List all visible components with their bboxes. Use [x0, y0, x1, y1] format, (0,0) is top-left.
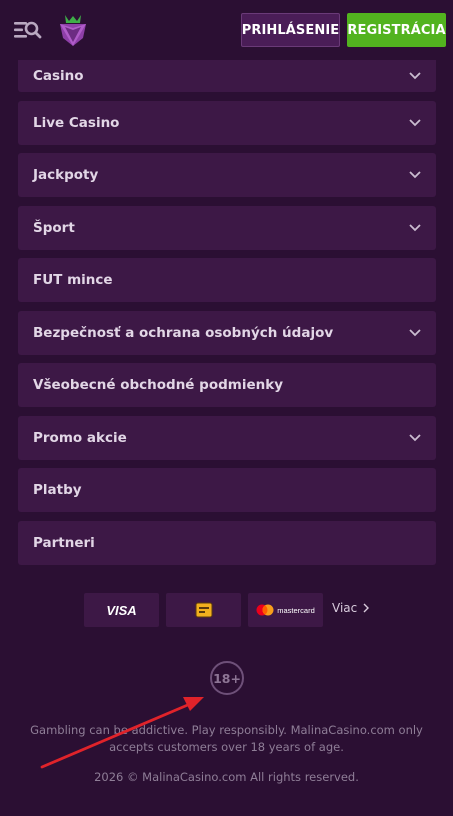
menu-item-jackpoty[interactable]: Jackpoty	[18, 153, 436, 197]
chevron-down-icon	[409, 119, 421, 127]
menu-item-live-casino[interactable]: Live Casino	[18, 101, 436, 145]
menu-search-icon[interactable]	[12, 18, 42, 42]
paysafe-icon	[166, 593, 241, 627]
menu-item-label: FUT mince	[33, 272, 113, 288]
menu-item-security-privacy[interactable]: Bezpečnosť a ochrana osobných údajov	[18, 311, 436, 355]
raspberry-logo-icon[interactable]	[56, 12, 90, 48]
menu-item-promo[interactable]: Promo akcie	[18, 416, 436, 460]
menu-item-partneri[interactable]: Partneri	[18, 521, 436, 565]
chevron-down-icon	[409, 434, 421, 442]
mastercard-label: mastercard	[277, 605, 315, 615]
chevron-down-icon	[409, 72, 421, 80]
menu-item-label: Platby	[33, 482, 82, 498]
menu-item-label: Šport	[33, 220, 75, 236]
age-restriction-badge: 18+	[210, 661, 244, 695]
menu-item-label: Casino	[33, 68, 84, 84]
chevron-down-icon	[409, 171, 421, 179]
chevron-down-icon	[409, 224, 421, 232]
mastercard-icon	[256, 604, 274, 616]
visa-label: VISA	[106, 602, 137, 618]
chevron-down-icon	[409, 329, 421, 337]
login-button[interactable]: PRIHLÁSENIE	[241, 13, 340, 47]
menu-item-label: Bezpečnosť a ochrana osobných údajov	[33, 325, 334, 341]
responsible-gambling-text: Gambling can be addictive. Play responsi…	[30, 723, 423, 754]
menu-item-terms[interactable]: Všeobecné obchodné podmienky	[18, 363, 436, 407]
menu-item-casino[interactable]: Casino	[18, 60, 436, 92]
menu-item-label: Jackpoty	[33, 167, 99, 183]
more-payments-link[interactable]: Viac	[332, 601, 370, 615]
header: PRIHLÁSENIE REGISTRÁCIA	[0, 0, 453, 60]
menu-item-label: Všeobecné obchodné podmienky	[33, 377, 284, 393]
visa-logo: VISA	[84, 593, 159, 627]
more-label: Viac	[332, 601, 358, 615]
menu-item-platby[interactable]: Platby	[18, 468, 436, 512]
chevron-right-icon	[363, 603, 370, 613]
mastercard-logo: mastercard	[248, 593, 323, 627]
register-button[interactable]: REGISTRÁCIA	[347, 13, 446, 47]
menu-item-label: Promo akcie	[33, 430, 127, 446]
menu-item-label: Live Casino	[33, 115, 120, 131]
menu-item-fut-mince[interactable]: FUT mince	[18, 258, 436, 302]
menu-item-sport[interactable]: Šport	[18, 206, 436, 250]
menu-item-label: Partneri	[33, 535, 95, 551]
payment-methods: VISA mastercard	[84, 593, 323, 627]
copyright-text: 2026 © MalinaCasino.com All rights reser…	[94, 770, 359, 784]
